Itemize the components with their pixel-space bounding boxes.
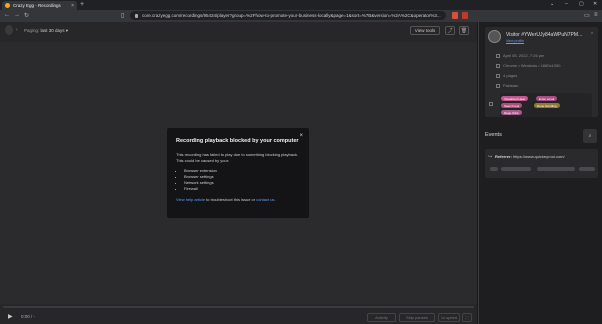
fullscreen-button[interactable]: ⛶ (462, 313, 472, 322)
close-window-icon[interactable]: ✕ (593, 1, 597, 7)
share-button[interactable]: ⤴ (445, 26, 455, 35)
pages-icon (496, 73, 500, 78)
delete-button[interactable]: 🗑 (459, 26, 469, 35)
tag[interactable]: Done Scrolling (534, 103, 560, 108)
browser-tab-bar: Crazy Egg - Recordings × + ⌄ – ▢ ✕ (0, 0, 602, 10)
skip-pauses-label: Skip pauses (406, 315, 428, 320)
dialog-title: Recording playback blocked by your compu… (176, 138, 299, 144)
visit-country: Pakistan (496, 83, 518, 88)
tag[interactable]: Search tool (501, 103, 523, 108)
progress-bar[interactable] (3, 306, 474, 308)
bookmark-icon[interactable]: ▯ (121, 12, 124, 19)
visitor-name: Visitor #YWerUJy84aWPuN7PM... (506, 32, 583, 38)
minimize-icon[interactable]: – (565, 1, 568, 7)
help-text-mid: to troubleshoot this issue or (205, 197, 257, 202)
event-placeholder (501, 167, 531, 171)
tag-list: Visualized Heat Enter email Search tool … (500, 93, 592, 117)
chevron-up-icon[interactable]: ⌃ (590, 32, 594, 38)
tag[interactable]: Enter email (536, 96, 558, 101)
referrer-label: Referrer: (495, 154, 512, 159)
events-title: Events (485, 132, 502, 138)
activity-label: Activity (375, 315, 388, 320)
tab-close-button[interactable]: × (71, 3, 74, 9)
event-placeholder (490, 167, 498, 171)
paging-label: Paging: (24, 28, 40, 33)
tag[interactable]: Rage Click (501, 110, 522, 115)
events-search-button[interactable]: ⌕ (583, 129, 597, 143)
player-controls: ▶ 0:00 / - Activity Skip pauses 1x speed… (0, 304, 477, 324)
monitor-icon (496, 63, 500, 68)
visit-date: April 05, 2022, 7:26 pm (496, 53, 544, 58)
menu-icon[interactable]: ≡ (594, 12, 598, 18)
visit-date-text: April 05, 2022, 7:26 pm (503, 53, 545, 58)
paging-value[interactable]: last 30 days ▾ (41, 28, 69, 33)
tag[interactable]: Visualized Heat (501, 96, 528, 101)
close-dialog-button[interactable]: × (299, 133, 303, 139)
skip-pauses-button[interactable]: Skip pauses (399, 313, 435, 322)
cause-list: Browser extension Browser settings Netwo… (184, 168, 300, 192)
visit-system: Chrome • Windows • 1680x1050 (496, 63, 561, 68)
player-topbar: ‹ Paging: last 30 days ▾ View tools ⤴ 🗑 (0, 22, 477, 40)
event-placeholder (579, 167, 595, 171)
visit-country-text: Pakistan (503, 83, 519, 88)
tag-icon (489, 102, 493, 106)
tab-title: Crazy Egg - Recordings (13, 3, 61, 8)
playback-blocked-dialog: × Recording playback blocked by your com… (167, 128, 309, 218)
share-icon: ⤴ (447, 28, 453, 34)
chevron-down-icon[interactable]: ⌄ (550, 1, 554, 7)
referrer-arrow-icon: ↪ (488, 154, 493, 160)
reload-icon[interactable]: ↻ (24, 12, 29, 19)
extension-icon[interactable] (462, 12, 468, 19)
back-icon[interactable]: ← (4, 12, 10, 18)
forward-icon[interactable]: → (14, 12, 20, 18)
maximize-icon[interactable]: ▢ (579, 1, 584, 7)
sidebar-toggle-icon[interactable]: ▭ (584, 12, 590, 19)
speed-label: 1x speed (440, 315, 458, 320)
help-article-link[interactable]: View help article (176, 197, 205, 202)
referrer-event[interactable]: Referrer: https://www.quickeyrool.com/ (495, 154, 565, 159)
time-display: 0:00 / - (21, 314, 36, 319)
play-icon[interactable]: ▶ (8, 313, 13, 320)
search-icon: ⌕ (588, 133, 592, 139)
calendar-icon (496, 53, 500, 58)
view-tools-label: View tools (414, 28, 436, 33)
event-placeholder (537, 167, 575, 171)
trash-icon: 🗑 (460, 27, 468, 34)
cause-item: Firewall (184, 186, 300, 192)
location-icon (496, 83, 500, 88)
browser-tab[interactable]: Crazy Egg - Recordings × (2, 1, 77, 10)
dialog-body: This recording has failed to play due to… (176, 152, 299, 163)
lock-icon (135, 13, 138, 18)
chevron-left-icon[interactable]: ‹ (16, 27, 18, 33)
avatar (488, 30, 501, 43)
favicon-icon (5, 3, 10, 8)
help-text: View help article to troubleshoot this i… (176, 197, 300, 203)
paging-filter[interactable]: Paging: last 30 days ▾ (24, 28, 68, 34)
referrer-value: https://www.quickeyrool.com/ (513, 154, 565, 159)
visitor-side-panel: Visitor #YWerUJy84aWPuN7PM... ⌃ View pro… (478, 22, 602, 324)
visit-pages: 4 pages (496, 73, 517, 78)
visit-pages-text: 4 pages (503, 73, 518, 78)
view-profile-link[interactable]: View profile (506, 39, 524, 43)
speed-button[interactable]: 1x speed (438, 313, 460, 322)
address-bar[interactable]: core.crazyegg.com/recordings/95434/playe… (130, 11, 446, 20)
new-tab-button[interactable]: + (80, 1, 84, 9)
fullscreen-icon: ⛶ (465, 315, 469, 320)
view-tools-button[interactable]: View tools (410, 26, 440, 35)
activity-button[interactable]: Activity (367, 313, 396, 322)
visit-system-text: Chrome • Windows • 1680x1050 (503, 63, 561, 68)
brave-shield-icon[interactable] (452, 12, 458, 19)
event-list: ↪ Referrer: https://www.quickeyrool.com/ (485, 149, 598, 178)
help-text-end: . (274, 197, 276, 202)
url-text: core.crazyegg.com/recordings/95434/playe… (142, 13, 441, 18)
recording-main: ‹ Paging: last 30 days ▾ View tools ⤴ 🗑 … (0, 22, 477, 324)
browser-toolbar: ← → ↻ ▯ core.crazyegg.com/recordings/954… (0, 10, 602, 22)
logo-icon (5, 25, 13, 35)
visitor-card: Visitor #YWerUJy84aWPuN7PM... ⌃ View pro… (485, 27, 598, 117)
contact-us-link[interactable]: contact us (256, 197, 274, 202)
